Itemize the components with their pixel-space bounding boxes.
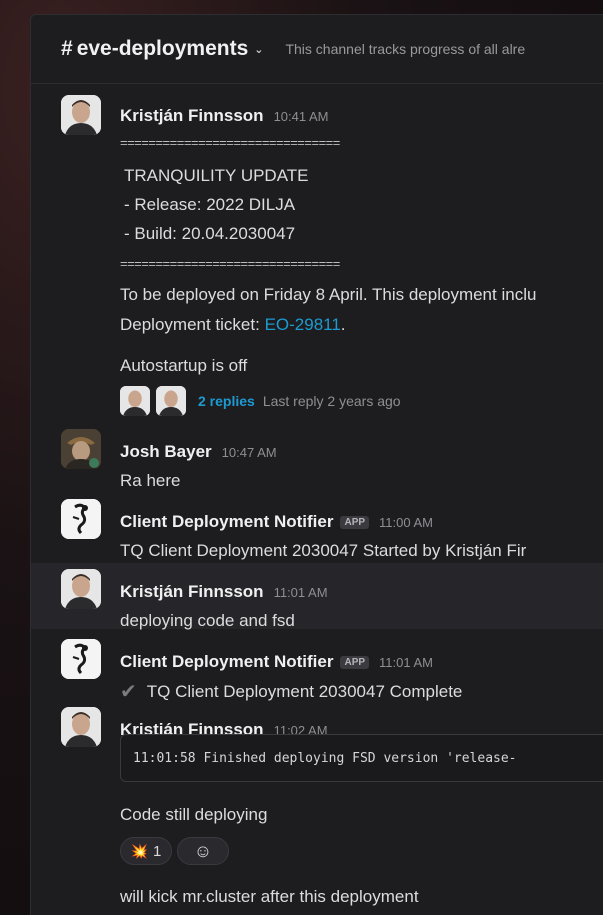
- message-header: Client Deployment Notifier APP 11:01 AM: [120, 652, 433, 672]
- avatar[interactable]: [61, 499, 101, 539]
- message-kristjan-1101: Kristján Finnsson 11:01 AM deploying cod…: [31, 563, 603, 630]
- timestamp[interactable]: 11:00 AM: [379, 515, 433, 530]
- message-header: Kristján Finnsson 11:01 AM: [120, 582, 328, 602]
- message-text: TQ Client Deployment 2030047 Started by …: [120, 541, 527, 560]
- message-notifier-1101: Client Deployment Notifier APP 11:01 AM …: [31, 629, 603, 703]
- hash-icon: #: [61, 37, 73, 60]
- channel-topic[interactable]: This channel tracks progress of all alre: [285, 41, 525, 57]
- separator-line: ===============================: [120, 135, 340, 150]
- author-name[interactable]: Kristján Finnsson: [120, 582, 264, 602]
- message-notifier-1100: Client Deployment Notifier APP 11:00 AM …: [31, 493, 603, 563]
- avatar[interactable]: [61, 707, 101, 747]
- avatar[interactable]: [61, 429, 101, 469]
- deployment-ticket-line: Deployment ticket: EO-29811.: [120, 315, 346, 335]
- ticket-suffix: .: [340, 315, 346, 334]
- message-line: - Release: 2022 DILJA: [124, 195, 296, 214]
- channel-header: # eve-deployments ⌄ This channel tracks …: [31, 15, 603, 84]
- app-badge: APP: [340, 656, 370, 669]
- message-line: To be deployed on Friday 8 April. This d…: [120, 285, 537, 304]
- code-block: 11:01:58 Finished deploying FSD version …: [120, 734, 603, 782]
- notifier-logo-icon: [61, 639, 101, 679]
- message-text: will kick mr.cluster after this deployme…: [120, 887, 419, 906]
- avatar[interactable]: [61, 639, 101, 679]
- reaction-count: 1: [153, 842, 162, 860]
- separator-line: ===============================: [120, 256, 340, 271]
- message-josh-1047: Josh Bayer 10:47 AM Ra here: [31, 423, 603, 493]
- author-name[interactable]: Client Deployment Notifier: [120, 512, 333, 532]
- avatar[interactable]: [61, 569, 101, 609]
- timestamp[interactable]: 11:01 AM: [274, 585, 328, 600]
- reply-avatar: [156, 386, 186, 416]
- slack-channel-window: # eve-deployments ⌄ This channel tracks …: [30, 14, 603, 915]
- explosion-icon: 💥: [130, 842, 149, 859]
- message-text: TQ Client Deployment 2030047 Complete: [146, 681, 463, 701]
- message-line: Autostartup is off: [120, 356, 248, 375]
- message-header: Kristján Finnsson 10:41 AM: [120, 106, 329, 126]
- chevron-down-icon: ⌄: [254, 43, 264, 56]
- app-badge: APP: [340, 516, 370, 529]
- last-reply-text: Last reply 2 years ago: [262, 393, 401, 409]
- author-name[interactable]: Kristján Finnsson: [120, 106, 264, 126]
- replies-link[interactable]: 2 replies: [198, 393, 255, 409]
- timestamp[interactable]: 10:47 AM: [222, 445, 277, 460]
- message-text: Ra here: [120, 471, 181, 490]
- reply-avatar: [120, 386, 150, 416]
- ticket-link[interactable]: EO-29811: [265, 315, 341, 334]
- author-name[interactable]: Client Deployment Notifier: [120, 652, 333, 672]
- message-line: TRANQUILITY UPDATE: [124, 166, 309, 185]
- message-line: - Build: 20.04.2030047: [124, 224, 296, 243]
- channel-name: eve-deployments: [76, 37, 249, 60]
- ticket-label: Deployment ticket:: [120, 315, 265, 334]
- add-reaction-button[interactable]: ☺: [177, 837, 229, 865]
- add-emoji-icon: ☺: [193, 840, 213, 861]
- message-text: deploying code and fsd: [120, 611, 295, 630]
- thread-replies[interactable]: 2 replies Last reply 2 years ago: [120, 386, 401, 416]
- avatar[interactable]: [61, 95, 101, 135]
- message-header: Client Deployment Notifier APP 11:00 AM: [120, 512, 433, 532]
- notifier-logo-icon: [61, 499, 101, 539]
- message-header: Josh Bayer 10:47 AM: [120, 442, 277, 462]
- timestamp[interactable]: 10:41 AM: [274, 109, 329, 124]
- message-kristjan-1041: Kristján Finnsson 10:41 AM =============…: [31, 83, 603, 423]
- channel-name-button[interactable]: # eve-deployments ⌄: [61, 37, 263, 61]
- reaction-pill[interactable]: 💥 1: [120, 837, 172, 865]
- author-name[interactable]: Josh Bayer: [120, 442, 212, 462]
- message-text: Code still deploying: [120, 805, 268, 824]
- timestamp[interactable]: 11:01 AM: [379, 655, 433, 670]
